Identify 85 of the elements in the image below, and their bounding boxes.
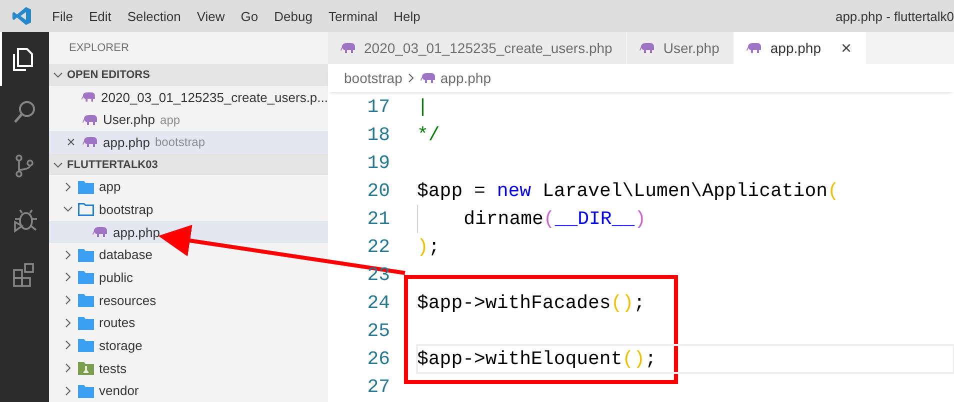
menu-item[interactable]: View <box>188 8 233 24</box>
app-logo-icon <box>12 6 32 26</box>
chevron-right-icon <box>63 363 73 374</box>
folder-icon <box>78 270 94 284</box>
chevron-right-icon <box>63 318 73 328</box>
menu-item[interactable]: File <box>44 8 81 24</box>
code-line: dirname(__DIR__) <box>417 205 954 233</box>
chevron-down-icon <box>63 204 73 214</box>
folder-icon <box>78 316 94 330</box>
php-icon <box>81 91 96 103</box>
close-icon[interactable]: × <box>841 38 852 58</box>
chevron-right-icon <box>63 250 73 260</box>
chevron-right-icon <box>63 295 73 306</box>
breadcrumb-item[interactable]: app.php <box>440 70 491 86</box>
php-icon <box>82 136 98 148</box>
code-line: ); <box>417 235 441 260</box>
chevron-right-icon <box>406 73 416 83</box>
chevron-down-icon <box>53 70 63 80</box>
tree-item[interactable]: app.php <box>49 220 328 244</box>
extensions-icon[interactable] <box>12 263 34 287</box>
window-title: app.php - fluttertalk0 <box>835 8 954 24</box>
code-line: $app = new Laravel\Lumen\Application( <box>417 179 840 204</box>
open-editor-item[interactable]: × app.php bootstrap <box>49 131 328 154</box>
php-icon <box>92 226 108 238</box>
section-header[interactable]: FLUTTERTALK03 <box>49 154 328 176</box>
line-number: 19 <box>366 152 390 174</box>
line-number: 21 <box>366 208 390 230</box>
test-folder-icon <box>78 361 94 376</box>
code-line: | <box>417 95 430 120</box>
tree-item[interactable]: public <box>49 266 328 289</box>
folder-icon <box>78 180 94 194</box>
code-line: $app->withEloquent(); <box>417 345 954 373</box>
line-number: 17 <box>366 96 390 118</box>
tree-item[interactable]: storage <box>49 334 328 357</box>
editor-tab[interactable]: app.php × <box>734 32 867 64</box>
tree-item[interactable]: vendor <box>49 379 328 402</box>
breadcrumb-item[interactable]: bootstrap <box>344 70 402 86</box>
line-number: 27 <box>366 376 390 398</box>
editor-tab[interactable]: User.php <box>627 32 734 64</box>
chevron-right-icon <box>63 182 73 192</box>
search-icon[interactable] <box>14 101 34 123</box>
tree-item[interactable]: app <box>49 175 328 198</box>
tree-item[interactable]: routes <box>49 311 328 334</box>
sidebar-title: EXPLORER <box>68 41 130 56</box>
menu-item[interactable]: Terminal <box>320 8 386 24</box>
chevron-down-icon <box>53 160 63 170</box>
folder-icon <box>78 293 94 308</box>
line-number: 26 <box>366 348 390 370</box>
chevron-right-icon <box>63 272 73 282</box>
folder-icon <box>78 338 94 352</box>
tree-item[interactable]: bootstrap <box>49 198 328 221</box>
php-icon <box>340 42 356 54</box>
menu-item[interactable]: Selection <box>119 8 189 24</box>
open-editor-item[interactable]: 2020_03_01_125235_create_users.p... <box>49 86 328 108</box>
folder-icon <box>78 202 94 216</box>
editor-tab[interactable]: 2020_03_01_125235_create_users.php <box>328 32 628 64</box>
debug-icon[interactable] <box>14 209 38 233</box>
line-number: 22 <box>366 236 390 258</box>
line-number: 24 <box>366 292 390 314</box>
folder-icon <box>78 248 94 262</box>
line-number: 20 <box>366 180 390 202</box>
tree-item[interactable]: database <box>49 243 328 266</box>
section-header[interactable]: OPEN EDITORS <box>49 64 328 86</box>
line-number: 23 <box>366 264 390 286</box>
close-icon[interactable]: × <box>65 134 77 151</box>
folder-icon <box>78 384 94 398</box>
line-number: 25 <box>366 320 390 342</box>
php-icon <box>639 42 656 54</box>
chevron-right-icon <box>63 340 73 350</box>
line-number: 18 <box>366 124 390 146</box>
php-icon <box>420 72 436 84</box>
tree-item[interactable]: tests <box>49 356 328 380</box>
chevron-right-icon <box>63 386 73 396</box>
menu-item[interactable]: Edit <box>80 8 120 24</box>
php-icon <box>82 114 98 126</box>
menu-item[interactable]: Go <box>232 8 266 24</box>
tree-item[interactable]: resources <box>49 288 328 312</box>
source-control-icon[interactable] <box>15 154 33 178</box>
php-icon <box>746 42 762 54</box>
code-line: */ <box>417 123 441 148</box>
menu-item[interactable]: Debug <box>266 8 320 24</box>
open-editor-item[interactable]: User.php app <box>49 108 328 132</box>
menu-item[interactable]: Help <box>386 8 428 24</box>
code-line: $app->withFacades(); <box>417 291 646 316</box>
files-icon[interactable] <box>12 48 32 71</box>
